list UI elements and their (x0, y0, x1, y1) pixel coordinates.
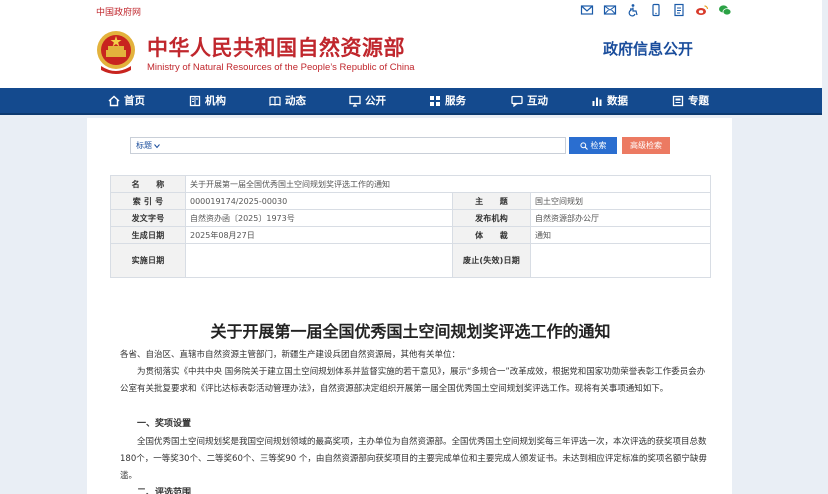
meta-label: 名 称 (110, 175, 186, 193)
article-salutation: 各省、自治区、直辖市自然资源主管部门，新疆生产建设兵团自然资源局，其他有关单位： (120, 350, 461, 360)
meta-label: 废止(失效)日期 (452, 243, 531, 278)
mail-icon[interactable] (580, 3, 594, 17)
article-heading: 一、奖项设置 (137, 419, 192, 429)
book-icon (189, 95, 201, 106)
nav-label: 服务 (445, 95, 466, 107)
document-icon[interactable] (672, 3, 686, 17)
meta-value (530, 243, 711, 278)
search-field-value: 标题 (136, 141, 152, 150)
meta-value (185, 243, 453, 278)
document-meta-table: 名 称 关于开展第一届全国优秀国土空间规划奖评选工作的通知 索 引 号 0000… (110, 175, 711, 278)
meta-row: 实施日期 废止(失效)日期 (110, 243, 711, 278)
meta-label: 发文字号 (110, 209, 186, 227)
accessibility-icon[interactable] (626, 3, 640, 17)
advanced-search-label: 高级检索 (630, 141, 662, 150)
main-nav: 首页 机构 动态 公开 服务 互动 数据 专题 (0, 88, 828, 115)
nav-item-public[interactable]: 公开 (349, 93, 386, 108)
nav-item-interaction[interactable]: 互动 (511, 93, 548, 108)
grid-icon (430, 95, 440, 106)
news-icon (269, 95, 281, 106)
meta-row: 生成日期 2025年08月27日 体 裁 通知 (110, 226, 711, 244)
nav-item-topic[interactable]: 专题 (672, 93, 709, 108)
meta-label: 体 裁 (452, 226, 531, 244)
meta-label: 索 引 号 (110, 192, 186, 210)
meta-label: 发布机构 (452, 209, 531, 227)
gov-portal-link[interactable]: 中国政府网 (96, 5, 141, 18)
wechat-icon[interactable] (718, 3, 732, 17)
advanced-search-button[interactable]: 高级检索 (622, 137, 670, 154)
nav-label: 首页 (124, 95, 145, 107)
meta-value: 2025年08月27日 (185, 226, 453, 244)
search-field-select[interactable]: 标题 (136, 140, 160, 151)
nav-label: 互动 (527, 95, 548, 107)
meta-row: 名 称 关于开展第一届全国优秀国土空间规划奖评选工作的通知 (110, 175, 711, 193)
chat-icon (511, 95, 523, 107)
meta-value: 自然资源部办公厅 (530, 209, 711, 227)
nav-label: 机构 (205, 95, 226, 107)
meta-value: 关于开展第一届全国优秀国土空间规划奖评选工作的通知 (185, 175, 711, 193)
meta-value: 国土空间规划 (530, 192, 711, 210)
article-paragraph: 全国优秀国土空间规划奖是我国空间规划领域的最高奖项，主办单位为自然资源部。全国优… (120, 437, 707, 481)
page-scrollbar[interactable] (822, 0, 828, 494)
meta-label: 实施日期 (110, 243, 186, 278)
meta-value: 000019174/2025-00030 (185, 192, 453, 210)
article-paragraph: 为贯彻落实《中共中央 国务院关于建立国土空间规划体系并监督实施的若干意见》，展示… (120, 367, 706, 394)
monitor-icon (349, 95, 361, 107)
nav-item-organization[interactable]: 机构 (189, 93, 226, 108)
nav-item-service[interactable]: 服务 (429, 93, 466, 108)
site-title-english: Ministry of Natural Resources of the Peo… (147, 62, 415, 73)
nav-label: 动态 (285, 95, 306, 107)
top-bar: 中国政府网 (0, 0, 828, 22)
meta-label: 生成日期 (110, 226, 186, 244)
chevron-down-icon (154, 143, 160, 148)
nav-item-data[interactable]: 数据 (591, 93, 628, 108)
document-title: 关于开展第一届全国优秀国土空间规划奖评选工作的通知 (210, 322, 611, 341)
meta-value: 自然资办函〔2025〕1973号 (185, 209, 453, 227)
nav-label: 数据 (607, 95, 628, 107)
search-icon (579, 141, 588, 150)
home-icon (108, 95, 120, 106)
topic-icon (672, 95, 684, 106)
nav-item-news[interactable]: 动态 (269, 93, 306, 108)
mail-alt-icon[interactable] (603, 3, 617, 17)
weibo-icon[interactable] (695, 3, 709, 17)
meta-row: 索 引 号 000019174/2025-00030 主 题 国土空间规划 (110, 192, 711, 210)
meta-label: 主 题 (452, 192, 531, 210)
section-title[interactable]: 政府信息公开 (603, 38, 693, 59)
bar-chart-icon (592, 97, 602, 106)
mobile-icon[interactable] (649, 3, 663, 17)
national-emblem-icon[interactable] (95, 28, 137, 78)
article-heading: 二、评选范围 (137, 488, 192, 494)
site-header: 中华人民共和国自然资源部 Ministry of Natural Resourc… (0, 22, 828, 88)
search-button[interactable]: 检索 (569, 137, 617, 154)
top-icon-row (580, 3, 732, 17)
meta-value: 通知 (530, 226, 711, 244)
search-button-label: 检索 (590, 141, 607, 150)
nav-item-home[interactable]: 首页 (108, 93, 145, 108)
nav-label: 公开 (365, 95, 386, 107)
meta-row: 发文字号 自然资办函〔2025〕1973号 发布机构 自然资源部办公厅 (110, 209, 711, 227)
nav-label: 专题 (688, 95, 709, 107)
site-title[interactable]: 中华人民共和国自然资源部 (147, 32, 405, 62)
search-input[interactable]: 标题 (130, 137, 566, 154)
